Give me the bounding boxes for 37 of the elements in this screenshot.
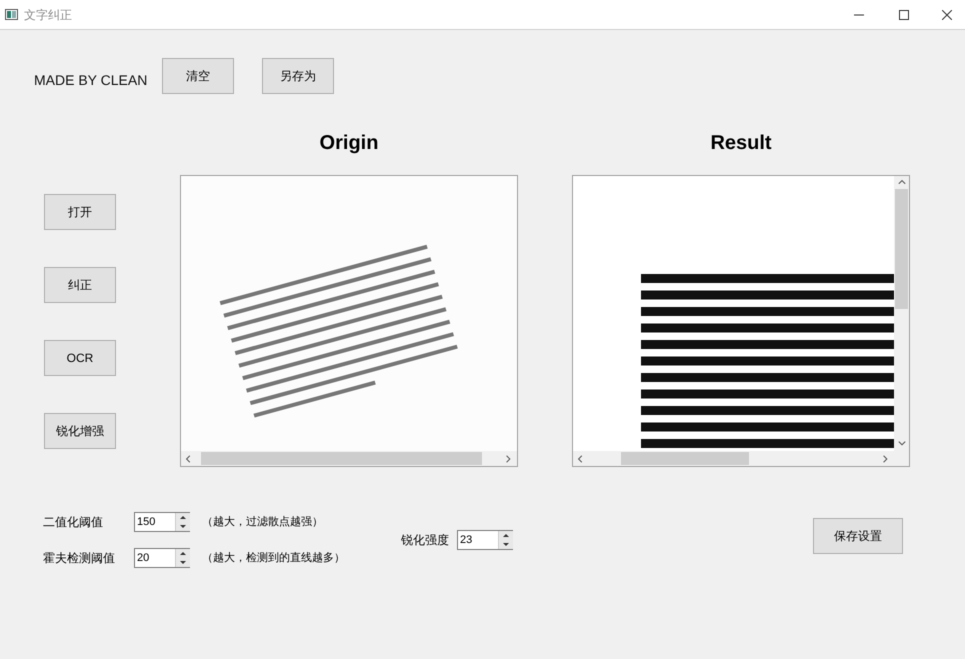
spin-up-icon[interactable]: [176, 549, 190, 558]
horizontal-scrollbar[interactable]: [181, 451, 517, 466]
scroll-right-icon[interactable]: [505, 454, 513, 462]
spin-down-icon[interactable]: [176, 558, 190, 567]
scroll-left-icon[interactable]: [185, 454, 193, 462]
spin-up-icon[interactable]: [176, 513, 190, 522]
number-spinbox[interactable]: 20: [134, 548, 190, 568]
action-button[interactable]: OCR: [44, 340, 116, 376]
action-button[interactable]: 纠正: [44, 267, 116, 303]
toolbar-button[interactable]: 另存为: [262, 58, 334, 94]
number-spinbox[interactable]: 23: [457, 530, 513, 550]
scroll-left-icon[interactable]: [577, 454, 585, 462]
maximize-icon[interactable]: [899, 10, 909, 20]
setting-hint: （越大，过滤散点越强）: [202, 514, 323, 530]
action-button[interactable]: 锐化增强: [44, 413, 116, 449]
spin-down-icon[interactable]: [499, 540, 513, 549]
setting-hint: （越大，检测到的直线越多）: [202, 550, 345, 566]
spin-up-icon[interactable]: [499, 531, 513, 540]
number-spinbox[interactable]: 150: [134, 512, 190, 532]
save-settings-button[interactable]: 保存设置: [813, 518, 903, 554]
setting-label: 霍夫检测阈值: [43, 550, 116, 567]
scroll-down-icon[interactable]: [898, 440, 906, 448]
app-icon: [5, 9, 18, 20]
toolbar-button[interactable]: 清空: [162, 58, 234, 94]
window-title: 文字纠正: [24, 6, 72, 24]
panel-heading: Result: [710, 131, 772, 152]
panel-heading: Origin: [320, 131, 378, 152]
scroll-right-icon[interactable]: [882, 454, 890, 462]
horizontal-scrollbar[interactable]: [573, 451, 909, 466]
scroll-up-icon[interactable]: [898, 179, 906, 187]
action-button[interactable]: 打开: [44, 194, 116, 230]
setting-label: 二值化阈值: [43, 514, 104, 531]
close-icon[interactable]: [942, 10, 952, 20]
credit-label: MADE BY CLEAN: [34, 70, 148, 90]
setting-label: 锐化强度: [401, 532, 450, 549]
vertical-scrollbar[interactable]: [894, 176, 909, 451]
spin-down-icon[interactable]: [176, 522, 190, 531]
